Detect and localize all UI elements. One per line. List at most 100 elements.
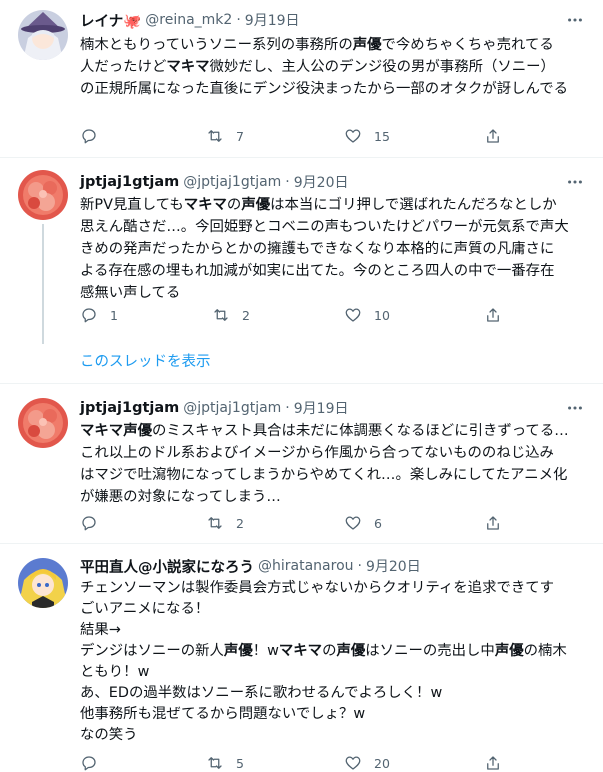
like-count: 15	[374, 128, 390, 144]
tweet-text: チェンソーマンは製作委員会方式じゃないからクオリティを追求できてす ごいアニメに…	[80, 578, 590, 746]
text-line: 新PV見直してもマキマの声優は本当にゴリ押しで選ばれたんだろなとしか	[80, 197, 557, 213]
more-button[interactable]	[565, 398, 585, 418]
share-icon	[487, 308, 499, 322]
like-button[interactable]: 6	[344, 512, 382, 534]
reply-button[interactable]	[80, 512, 110, 534]
reply-button[interactable]	[80, 125, 110, 147]
text-line: きめの発声だったからとかの擁護もできなくなり本格的に声質の凡庸さに	[80, 241, 555, 257]
retweet-icon	[208, 130, 222, 142]
action-bar: 2 6	[80, 512, 510, 534]
reply-icon	[82, 129, 96, 144]
display-name[interactable]: 平田直人@小説家になろう	[80, 556, 254, 577]
share-button[interactable]	[484, 304, 502, 326]
display-name[interactable]: レイナ🐙	[80, 10, 141, 31]
tweet-header: 平田直人@小説家になろう @hiratanarou · 9月20日	[80, 556, 421, 576]
text-line: はマジで吐瀉物になってしまうからやめてくれ…。楽しみにしてたアニメ化	[80, 467, 568, 483]
more-icon	[568, 180, 582, 184]
timeline-feed: レイナ🐙 @reina_mk2 · 9月19日 楠木ともりっていうソニー系列の事…	[0, 0, 603, 772]
text-line: 結果→	[80, 622, 121, 638]
like-count: 10	[374, 307, 390, 323]
action-bar: 1 2 10	[80, 304, 510, 326]
reply-count: 1	[110, 307, 118, 323]
display-name[interactable]: jptjaj1gtjam	[80, 400, 179, 416]
heart-icon	[345, 516, 361, 530]
text-line: デンジはソニーの新人声優！wマキマの声優はソニーの売出し中声優の楠木	[80, 643, 567, 659]
retweet-icon	[208, 517, 222, 529]
more-icon	[568, 18, 582, 22]
user-handle[interactable]: @jptjaj1gtjam	[183, 174, 281, 190]
share-button[interactable]	[484, 512, 502, 534]
like-count: 6	[374, 515, 382, 531]
tweet-date[interactable]: 9月19日	[294, 398, 349, 418]
text-line: の正規所属になった直後にデンジ役決まったから一部のオタクが訝しんでる	[80, 81, 568, 97]
retweet-button[interactable]: 2	[206, 512, 244, 534]
reply-icon	[82, 516, 96, 531]
tweet-text: 新PV見直してもマキマの声優は本当にゴリ押しで選ばれたんだろなとしか 思えん酷さ…	[80, 194, 590, 304]
avatar[interactable]	[18, 558, 68, 608]
tweet-date[interactable]: 9月20日	[294, 172, 349, 192]
share-button[interactable]	[484, 125, 502, 147]
retweet-count: 5	[236, 755, 244, 771]
tweet[interactable]: jptjaj1gtjam @jptjaj1gtjam · 9月20日 新PV見直…	[0, 158, 603, 384]
text-line: あ、EDの過半数はソニー系に歌わせるんでよろしく！w	[80, 685, 443, 701]
text-line: よる存在感の埋もれ加減が如実に出てた。今のところ四人の中で一番存在	[80, 263, 555, 279]
text-line: 思えん酷さだ…。今回姫野とコベニの声もついたけどパワーが元気系で声大	[80, 219, 569, 235]
retweet-count: 2	[242, 307, 250, 323]
action-bar: 7 15	[80, 125, 510, 147]
reply-button[interactable]	[80, 752, 110, 772]
retweet-button[interactable]: 2	[212, 304, 250, 326]
text-line: チェンソーマンは製作委員会方式じゃないからクオリティを追求できてす	[80, 580, 555, 596]
tweet[interactable]: 平田直人@小説家になろう @hiratanarou · 9月20日 チェンソーマ…	[0, 544, 603, 772]
share-icon	[487, 516, 499, 530]
like-button[interactable]: 20	[344, 752, 390, 772]
tweet-header: jptjaj1gtjam @jptjaj1gtjam · 9月20日	[80, 172, 348, 192]
reply-icon	[82, 308, 96, 323]
reply-button[interactable]: 1	[80, 304, 118, 326]
more-button[interactable]	[565, 10, 585, 30]
more-icon	[568, 406, 582, 410]
tweet[interactable]: jptjaj1gtjam @jptjaj1gtjam · 9月19日 マキマ声優…	[0, 384, 603, 544]
tweet-text: マキマ声優のミスキャスト具合は未だに体調悪くなるほどに引きずってる… これ以上の…	[80, 420, 590, 508]
action-bar: 5 20	[80, 752, 510, 772]
heart-icon	[345, 129, 361, 143]
separator-dot: ·	[357, 558, 362, 574]
retweet-icon	[214, 309, 228, 321]
heart-icon	[345, 756, 361, 770]
text-line: ごいアニメになる！	[80, 601, 210, 617]
retweet-count: 7	[236, 128, 244, 144]
retweet-count: 2	[236, 515, 244, 531]
separator-dot: ·	[285, 400, 290, 416]
text-line: ともり！w	[80, 664, 150, 680]
tweet-header: レイナ🐙 @reina_mk2 · 9月19日	[80, 10, 300, 30]
avatar[interactable]	[18, 170, 68, 220]
more-button[interactable]	[565, 172, 585, 192]
retweet-button[interactable]: 5	[206, 752, 244, 772]
reply-icon	[82, 756, 96, 771]
text-line: 感無い声してる	[80, 285, 181, 301]
like-button[interactable]: 10	[344, 304, 390, 326]
share-icon	[487, 129, 499, 143]
display-name[interactable]: jptjaj1gtjam	[80, 174, 179, 190]
text-line: 他事務所も混ぜてるから問題ないでしょ？w	[80, 706, 366, 722]
retweet-icon	[208, 757, 222, 769]
retweet-button[interactable]: 7	[206, 125, 244, 147]
show-thread-link[interactable]: このスレッドを表示	[80, 350, 211, 371]
tweet-date[interactable]: 9月19日	[245, 10, 300, 30]
tweet-date[interactable]: 9月20日	[366, 556, 421, 576]
text-line: 人だったけどマキマ微妙だし、主人公のデンジ役の男が事務所（ソニー）	[80, 59, 555, 75]
tweet-text: 楠木ともりっていうソニー系列の事務所の声優で今めちゃくちゃ売れてる 人だったけど…	[80, 34, 590, 100]
user-handle[interactable]: @jptjaj1gtjam	[183, 400, 281, 416]
share-button[interactable]	[484, 752, 502, 772]
like-count: 20	[374, 755, 390, 771]
like-button[interactable]: 15	[344, 125, 390, 147]
text-line: 楠木ともりっていうソニー系列の事務所の声優で今めちゃくちゃ売れてる	[80, 37, 554, 53]
avatar[interactable]	[18, 10, 68, 60]
avatar[interactable]	[18, 398, 68, 448]
heart-icon	[345, 308, 361, 322]
tweet-header: jptjaj1gtjam @jptjaj1gtjam · 9月19日	[80, 398, 348, 418]
separator-dot: ·	[236, 12, 241, 28]
tweet[interactable]: レイナ🐙 @reina_mk2 · 9月19日 楠木ともりっていうソニー系列の事…	[0, 0, 603, 158]
user-handle[interactable]: @hiratanarou	[258, 558, 354, 574]
text-line: が嫌悪の対象になってしまう…	[80, 489, 281, 505]
user-handle[interactable]: @reina_mk2	[145, 12, 232, 28]
